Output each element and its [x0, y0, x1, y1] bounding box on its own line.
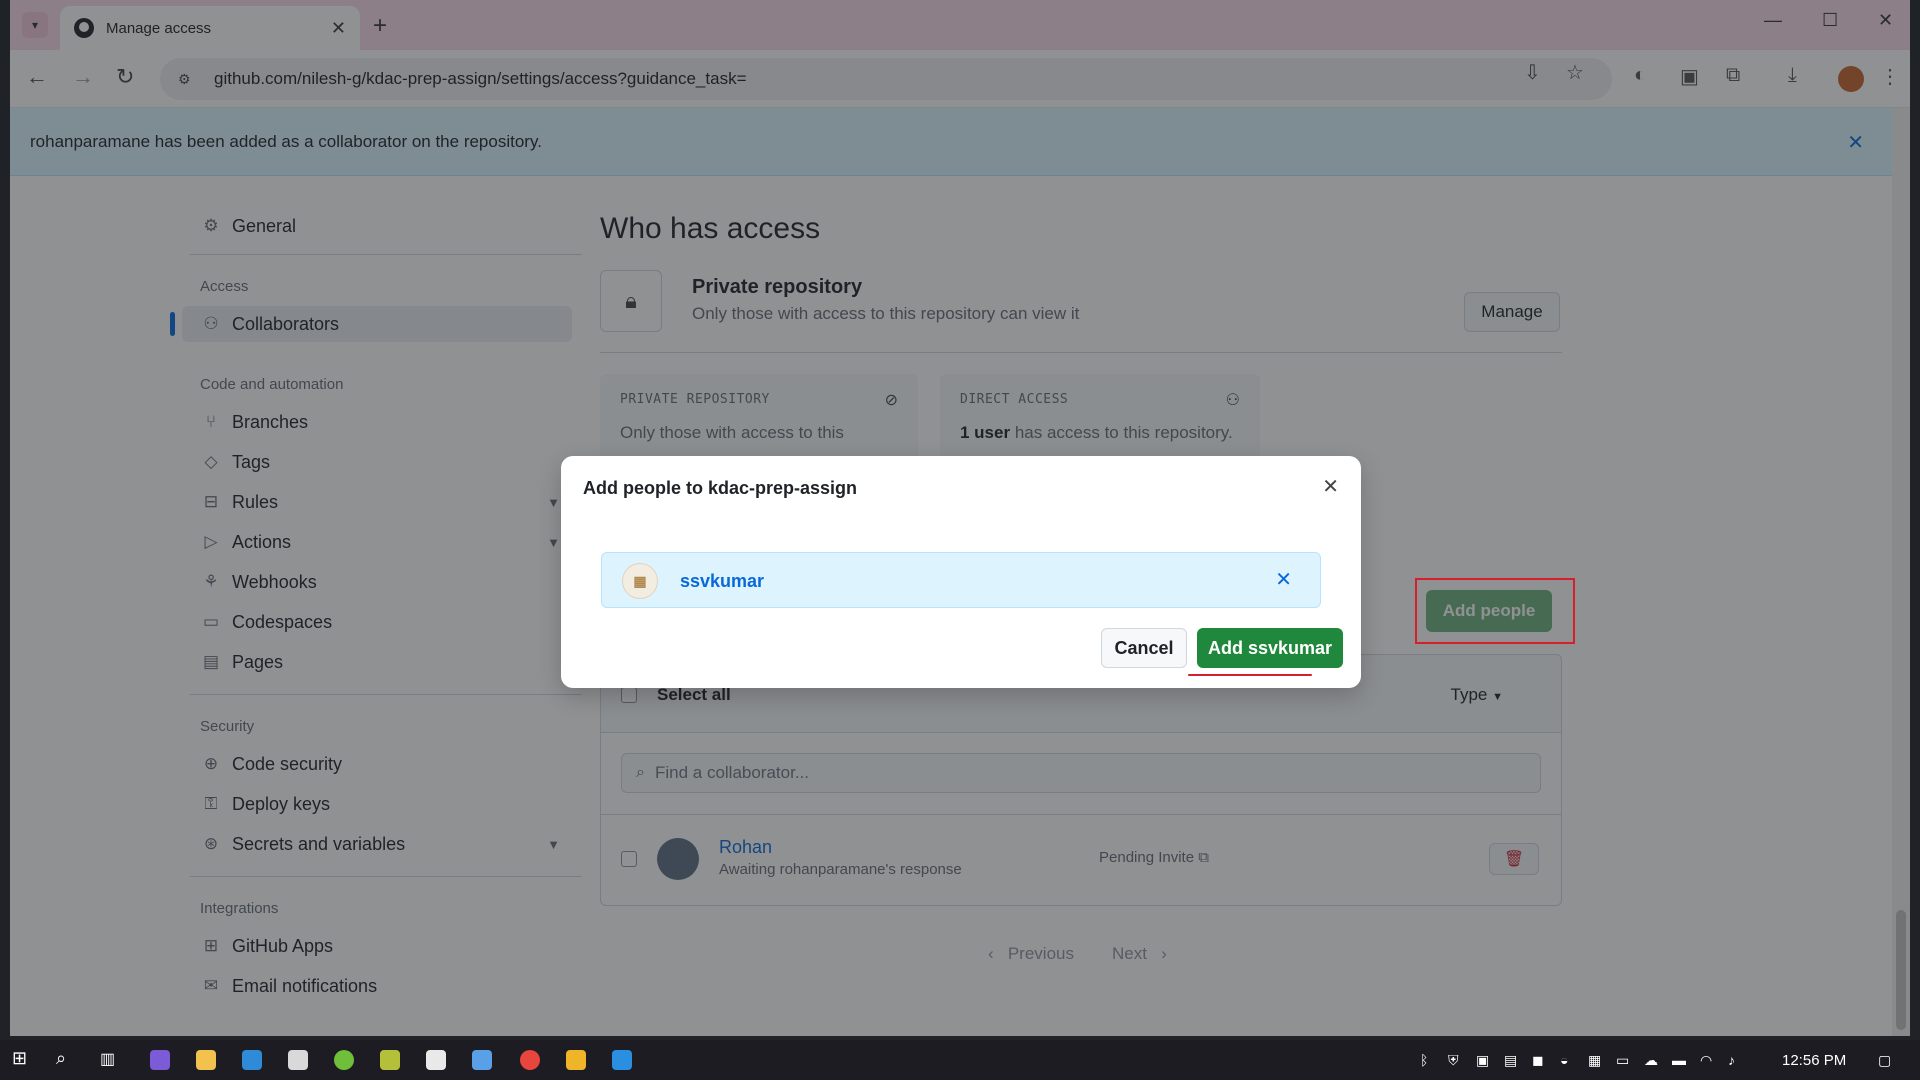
onedrive-icon[interactable]: ☁	[1644, 1052, 1658, 1069]
dialog-title: Add people to kdac-prep-assign	[583, 478, 858, 498]
app-2-icon[interactable]	[472, 1050, 492, 1070]
terminal-icon[interactable]	[426, 1050, 446, 1070]
windows-taskbar: ⊞ ⌕ ▥ ᛒ ⛨ ▣ ▤ ◼ ◒ ▦ ▭ ☁ ▬ ◠ ♪ 12:56 PM ▢	[0, 1040, 1920, 1080]
nvidia-icon[interactable]: ◼	[1532, 1052, 1544, 1069]
browser-window: ▾ Manage access ✕ + — ☐ ✕ ← → ↻ ⚙ github…	[10, 0, 1910, 1036]
app-icon[interactable]	[380, 1050, 400, 1070]
meet-icon[interactable]: ▭	[1616, 1052, 1629, 1069]
tray-app-4-icon[interactable]: ▦	[1588, 1052, 1601, 1069]
search-icon[interactable]: ⌕	[56, 1048, 76, 1068]
ide-icon[interactable]	[242, 1050, 262, 1070]
file-explorer-icon[interactable]	[196, 1050, 216, 1070]
add-people-dialog: Add people to kdac-prep-assign ✕ ▦ ssvku…	[561, 456, 1361, 688]
vscode-icon[interactable]	[612, 1050, 632, 1070]
selected-user-name[interactable]: ssvkumar	[680, 571, 764, 592]
chrome-icon[interactable]	[520, 1050, 540, 1070]
git-icon[interactable]	[566, 1050, 586, 1070]
cancel-button[interactable]: Cancel	[1101, 628, 1187, 668]
selected-user-chip: ▦ ssvkumar ✕	[601, 552, 1321, 608]
task-view-icon[interactable]: ▥	[100, 1049, 120, 1069]
annotation-highlight-box	[1415, 578, 1575, 644]
copilot-icon[interactable]	[150, 1050, 170, 1070]
spring-icon[interactable]	[334, 1050, 354, 1070]
avatar: ▦	[622, 563, 658, 599]
security-icon[interactable]: ⛨	[1448, 1052, 1459, 1069]
add-collaborator-button[interactable]: Add ssvkumar	[1197, 628, 1343, 668]
remove-user-icon[interactable]: ✕	[1275, 567, 1292, 592]
tray-app-icon[interactable]: ▣	[1476, 1052, 1489, 1069]
close-icon[interactable]: ✕	[1322, 474, 1339, 499]
bluetooth-icon[interactable]: ᛒ	[1420, 1052, 1428, 1068]
notepad-icon[interactable]	[288, 1050, 308, 1070]
tray-app-2-icon[interactable]: ▤	[1504, 1052, 1517, 1069]
battery-icon[interactable]: ▬	[1672, 1052, 1686, 1068]
clock[interactable]: 12:56 PM	[1782, 1052, 1846, 1069]
tray-app-3-icon[interactable]: ◒	[1560, 1052, 1568, 1068]
windows-start-icon[interactable]: ⊞	[12, 1048, 32, 1068]
annotation-underline	[1188, 674, 1312, 676]
notifications-icon[interactable]: ▢	[1878, 1052, 1891, 1069]
volume-icon[interactable]: ♪	[1728, 1052, 1735, 1068]
wifi-icon[interactable]: ◠	[1700, 1052, 1712, 1069]
